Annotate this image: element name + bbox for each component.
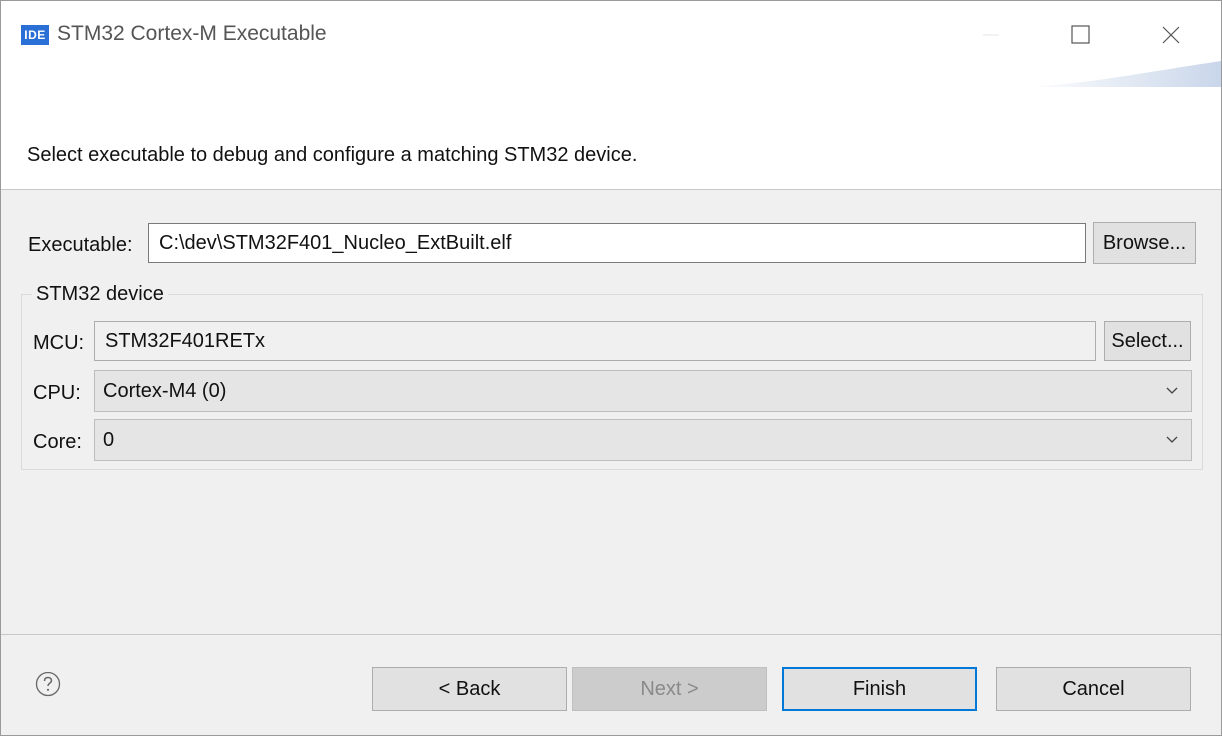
ide-app-icon: IDE [21, 25, 49, 45]
group-title: STM32 device [32, 283, 168, 306]
wizard-content: Executable: C:\dev\STM32F401_Nucleo_ExtB… [1, 190, 1221, 634]
cancel-button[interactable]: Cancel [996, 667, 1191, 711]
chevron-down-icon [1165, 371, 1179, 425]
minimize-icon [983, 34, 999, 36]
stm32-device-group: STM32 device MCU: STM32F401RETx Select..… [21, 283, 1203, 470]
mcu-field: STM32F401RETx [94, 321, 1096, 361]
minimize-button[interactable] [961, 15, 1021, 55]
close-icon [1162, 26, 1180, 44]
maximize-button[interactable] [1051, 15, 1111, 55]
finish-button[interactable]: Finish [782, 667, 977, 711]
executable-input[interactable]: C:\dev\STM32F401_Nucleo_ExtBuilt.elf [148, 223, 1086, 263]
window-title: STM32 Cortex-M Executable [57, 22, 327, 45]
help-button[interactable] [35, 671, 61, 697]
help-icon [35, 671, 61, 697]
chevron-down-icon [1165, 420, 1179, 474]
dialog-window: IDE STM32 Cortex-M Executable Select exe… [0, 0, 1222, 736]
select-button[interactable]: Select... [1104, 321, 1191, 361]
close-button[interactable] [1141, 15, 1201, 55]
cpu-value: Cortex-M4 (0) [103, 380, 227, 402]
next-button[interactable]: Next > [572, 667, 767, 711]
browse-button[interactable]: Browse... [1093, 222, 1196, 264]
cpu-dropdown[interactable]: Cortex-M4 (0) [94, 370, 1192, 412]
banner-decoration [1021, 61, 1221, 87]
wizard-description: Select executable to debug and configure… [27, 144, 638, 166]
wizard-banner: Select executable to debug and configure… [1, 61, 1221, 190]
core-dropdown[interactable]: 0 [94, 419, 1192, 461]
executable-label: Executable: [28, 234, 133, 256]
core-value: 0 [103, 429, 115, 451]
back-button[interactable]: < Back [372, 667, 567, 711]
cpu-label: CPU: [33, 382, 81, 404]
maximize-icon [1071, 25, 1090, 44]
core-label: Core: [33, 431, 82, 453]
mcu-label: MCU: [33, 332, 85, 354]
wizard-footer: < Back Next > Finish Cancel [1, 634, 1221, 735]
